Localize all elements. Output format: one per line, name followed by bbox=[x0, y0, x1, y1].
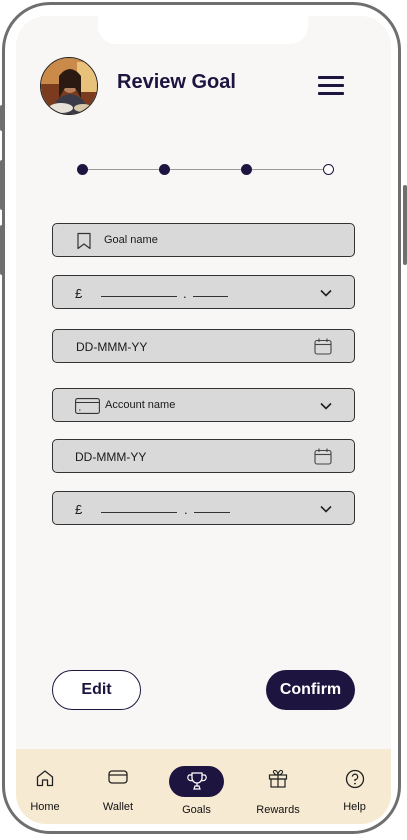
menu-bar bbox=[318, 84, 344, 87]
card-icon bbox=[75, 398, 100, 417]
side-button bbox=[0, 160, 4, 210]
tab-home[interactable]: Home bbox=[16, 749, 74, 824]
menu-bar bbox=[318, 92, 344, 95]
end-date-field[interactable]: DD-MMM-YY bbox=[52, 439, 355, 473]
decimal-separator: . bbox=[183, 286, 187, 301]
bottom-tab-bar: Home Wallet Goals Rewards Help bbox=[16, 749, 391, 824]
step-2-completed bbox=[159, 164, 170, 175]
chevron-down-icon[interactable] bbox=[320, 286, 332, 300]
chevron-down-icon[interactable] bbox=[320, 399, 332, 413]
avatar[interactable] bbox=[40, 57, 98, 115]
side-button bbox=[0, 105, 4, 131]
home-icon bbox=[36, 769, 55, 792]
step-3-completed bbox=[241, 164, 252, 175]
amount-whole-blank bbox=[101, 512, 177, 513]
calendar-icon[interactable] bbox=[314, 448, 332, 468]
bookmark-icon bbox=[75, 232, 93, 253]
contribution-amount-field[interactable]: £ . bbox=[52, 491, 355, 525]
gift-icon bbox=[268, 769, 288, 793]
active-tab-indicator bbox=[169, 766, 224, 797]
tab-label: Home bbox=[30, 801, 60, 813]
account-name-field[interactable]: Account name bbox=[52, 388, 355, 422]
goal-name-placeholder: Goal name bbox=[104, 234, 158, 246]
tab-help[interactable]: Help bbox=[334, 749, 375, 824]
side-button bbox=[0, 225, 4, 275]
tab-rewards[interactable]: Rewards bbox=[250, 749, 306, 824]
step-1-completed bbox=[77, 164, 88, 175]
step-4-pending bbox=[323, 164, 334, 175]
chevron-down-icon[interactable] bbox=[320, 502, 332, 516]
avatar-photo bbox=[41, 58, 97, 114]
currency-symbol: £ bbox=[75, 502, 83, 517]
goal-amount-field[interactable]: £ . bbox=[52, 275, 355, 309]
progress-stepper bbox=[76, 162, 336, 178]
edit-button[interactable]: Edit bbox=[52, 670, 141, 710]
wallet-icon bbox=[108, 769, 128, 790]
calendar-icon[interactable] bbox=[314, 338, 332, 358]
notch bbox=[98, 16, 308, 44]
amount-decimal-blank bbox=[193, 296, 228, 297]
menu-bar bbox=[318, 76, 344, 79]
stepper-line bbox=[82, 169, 330, 170]
account-name-placeholder: Account name bbox=[105, 399, 176, 411]
tab-label: Rewards bbox=[256, 804, 300, 816]
tab-label: Help bbox=[343, 801, 366, 813]
trophy-icon bbox=[187, 771, 207, 796]
app-screen: Review Goal Goal name £ . DD-MMM-YY Acco… bbox=[16, 16, 391, 824]
end-date-placeholder: DD-MMM-YY bbox=[75, 450, 147, 464]
start-date-field[interactable]: DD-MMM-YY bbox=[52, 329, 355, 363]
tab-label: Goals bbox=[182, 804, 211, 816]
page-title: Review Goal bbox=[117, 71, 236, 93]
side-button bbox=[403, 185, 407, 265]
tab-label: Wallet bbox=[102, 801, 134, 813]
currency-symbol: £ bbox=[75, 286, 83, 301]
tab-wallet[interactable]: Wallet bbox=[88, 749, 148, 824]
goal-name-field[interactable]: Goal name bbox=[52, 223, 355, 257]
confirm-button[interactable]: Confirm bbox=[266, 670, 355, 710]
amount-whole-blank bbox=[101, 296, 177, 297]
start-date-placeholder: DD-MMM-YY bbox=[76, 340, 148, 354]
hamburger-menu-icon[interactable] bbox=[318, 76, 344, 98]
decimal-separator: . bbox=[184, 502, 188, 517]
help-icon bbox=[345, 769, 365, 794]
amount-decimal-blank bbox=[194, 512, 230, 513]
